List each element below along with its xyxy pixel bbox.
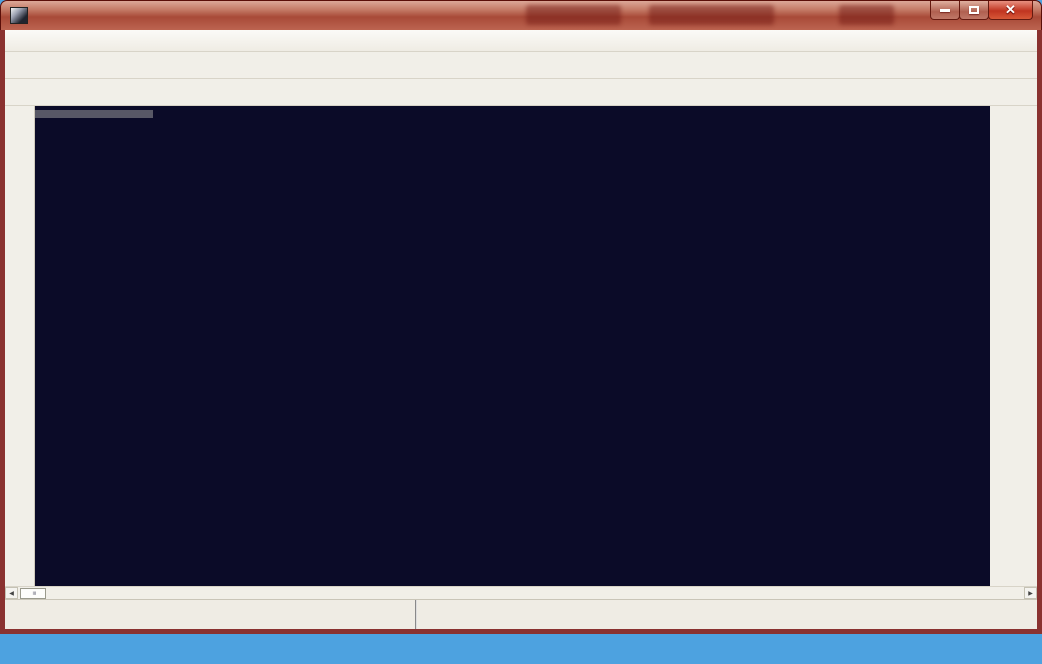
- maximize-icon: [969, 6, 979, 14]
- menu-bar: [5, 30, 1037, 52]
- chart-info-overlay: [35, 110, 153, 118]
- fov-panel: [990, 106, 1037, 586]
- scrollbar-thumb[interactable]: ≡: [20, 588, 46, 599]
- minimize-button[interactable]: [930, 1, 960, 20]
- title-bar[interactable]: ✕: [0, 0, 1042, 30]
- minimize-icon: [940, 9, 950, 12]
- desktop-strip: [0, 634, 1042, 664]
- app-window: ✕ ◀ ≡ ▶: [0, 0, 1042, 634]
- background-window-blob: [649, 5, 774, 25]
- main-toolbar: [5, 52, 1037, 79]
- scroll-left-icon[interactable]: ◀: [5, 587, 18, 599]
- sky-chart[interactable]: [35, 106, 990, 586]
- background-window-blob: [839, 5, 894, 25]
- object-toolbar: [5, 79, 1037, 106]
- maximize-button[interactable]: [959, 1, 989, 20]
- horizontal-scrollbar[interactable]: ◀ ≡ ▶: [5, 586, 1037, 599]
- window-body: ◀ ≡ ▶: [0, 30, 1042, 634]
- app-icon: [10, 7, 28, 24]
- scroll-right-icon[interactable]: ▶: [1024, 587, 1037, 599]
- close-icon: ✕: [1005, 2, 1016, 18]
- desktop: ✕ ◀ ≡ ▶: [0, 0, 1042, 664]
- left-toolbar: [5, 106, 35, 586]
- status-object-info: [417, 600, 1037, 629]
- background-window-blob: [526, 5, 621, 25]
- close-button[interactable]: ✕: [988, 1, 1033, 20]
- status-cursor-coords: [5, 600, 417, 629]
- status-bar: [5, 599, 1037, 629]
